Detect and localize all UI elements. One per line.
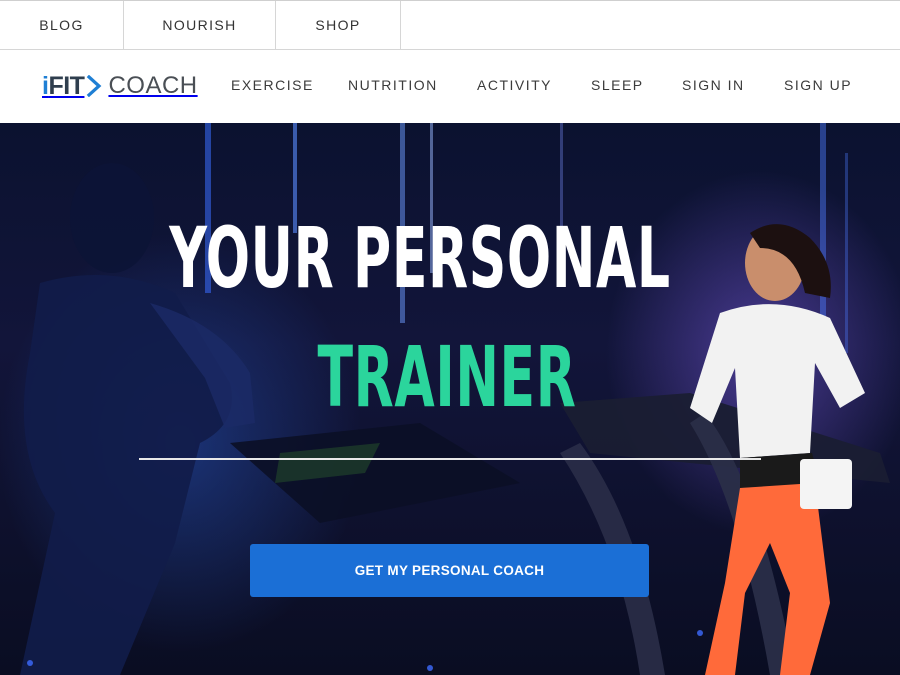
utility-link-blog[interactable]: BLOG [0,1,124,49]
logo-product: COACH [108,72,198,99]
hero-divider [139,458,761,460]
nav-item-exercise[interactable]: EXERCISE [231,77,314,93]
main-nav: iFIT COACH EXERCISE NUTRITION ACTIVITY S… [0,50,900,123]
utility-link-nourish[interactable]: NOURISH [124,1,276,49]
ifit-coach-logo[interactable]: iFIT COACH [42,72,198,100]
nav-item-sign-in[interactable]: SIGN IN [682,77,745,93]
nav-item-activity[interactable]: ACTIVITY [477,77,552,93]
utility-nav: BLOG NOURISH SHOP [0,0,900,50]
nav-item-sleep[interactable]: SLEEP [591,77,644,93]
nav-item-nutrition[interactable]: NUTRITION [348,77,438,93]
logo-chevron-icon [87,75,102,97]
hero-section: YOUR PERSONAL TRAINER GET MY PERSONAL CO… [0,123,900,675]
hero-headline-line1: YOUR PERSONAL [169,209,671,307]
nav-item-sign-up[interactable]: SIGN UP [784,77,852,93]
get-personal-coach-button[interactable]: GET MY PERSONAL COACH [250,544,649,597]
logo-brand: iFIT [42,71,85,100]
hero-headline-line2: TRAINER [317,328,577,426]
utility-link-shop[interactable]: SHOP [276,1,401,49]
